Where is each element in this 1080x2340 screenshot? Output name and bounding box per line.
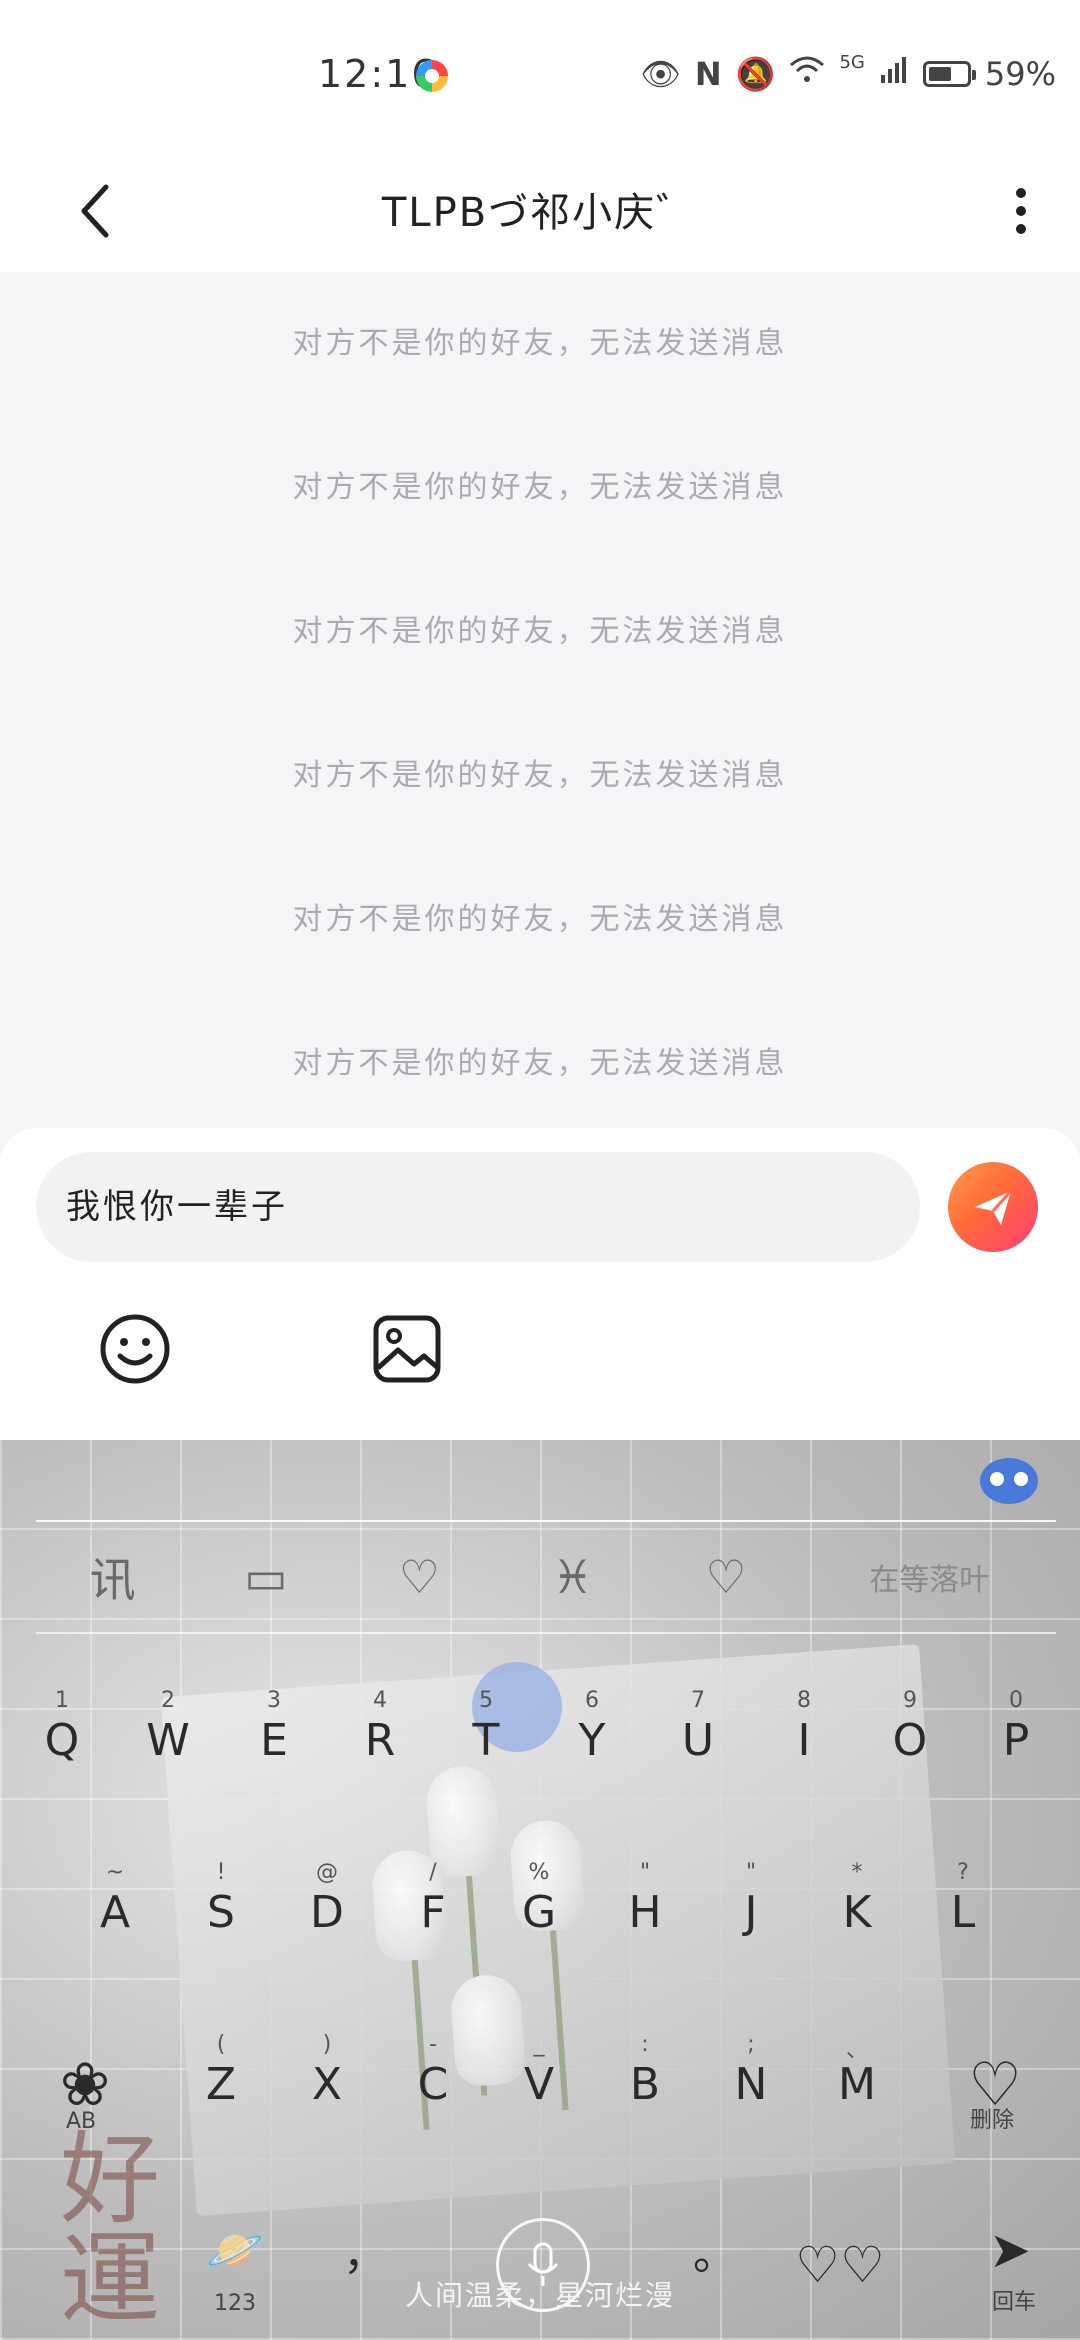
smiley-icon[interactable]: [98, 1312, 172, 1386]
key-t[interactable]: 5T: [438, 1686, 534, 1796]
key-n[interactable]: ; N: [703, 2030, 799, 2140]
delete-key[interactable]: ♡ 删除: [930, 2030, 1060, 2140]
key-s[interactable]: ! S: [173, 1858, 269, 1968]
key-g[interactable]: % G: [491, 1858, 587, 1968]
key-y[interactable]: 6Y: [544, 1686, 640, 1796]
system-message: 对方不是你的好友，无法发送消息: [292, 614, 788, 649]
key-k[interactable]: * K: [809, 1858, 905, 1968]
ime-keyboard: 讯 ▭ ♡ ♓ ♡ 在等落叶 1Q 2W 3E 4R 5T 6Y 7U 8I 9…: [0, 1440, 1080, 2340]
key-h[interactable]: " H: [597, 1858, 693, 1968]
key-j[interactable]: " J: [703, 1858, 799, 1968]
message-list: 对方不是你的好友，无法发送消息 对方不是你的好友，无法发送消息 对方不是你的好友…: [0, 272, 1080, 1130]
message-input[interactable]: 我恨你一辈子: [36, 1152, 920, 1262]
chat-header: TLPBづ祁小庆゛: [0, 150, 1080, 272]
key-a[interactable]: ~ A: [67, 1858, 163, 1968]
key-m[interactable]: 、 M: [809, 2030, 905, 2140]
key-z[interactable]: (Z: [173, 2030, 269, 2140]
key-p[interactable]: 0P: [968, 1686, 1064, 1796]
composer-panel: 我恨你一辈子: [0, 1128, 1080, 1440]
key-b[interactable]: :B: [597, 2030, 693, 2140]
paper-plane-icon: [975, 1189, 1013, 1225]
eye-icon: 👁: [640, 55, 681, 93]
toolbar-theme-text[interactable]: 在等落叶: [834, 1555, 1024, 1599]
toolbar-heart-button[interactable]: ♡: [681, 1550, 771, 1604]
toolbar-skin-button[interactable]: ♡: [374, 1550, 464, 1604]
key-v[interactable]: _ V: [491, 2030, 587, 2140]
battery-percent: 59%: [984, 55, 1056, 93]
space-bar-label[interactable]: 人间温柔，星河烂漫: [0, 2274, 1080, 2314]
keyboard-toolbar: 讯 ▭ ♡ ♓ ♡ 在等落叶: [36, 1520, 1056, 1634]
toolbar-clipboard-button[interactable]: ▭: [221, 1550, 311, 1604]
system-message: 对方不是你的好友，无法发送消息: [292, 1046, 788, 1081]
nfc-icon: N: [694, 55, 722, 93]
battery-icon: [922, 61, 976, 87]
status-bar: 12:16 👁 N 🔕 5G 59%: [0, 0, 1080, 150]
key-q[interactable]: 1Q: [14, 1686, 110, 1796]
key-c[interactable]: -C: [385, 2030, 481, 2140]
send-button[interactable]: [948, 1162, 1038, 1252]
key-l[interactable]: ? L: [915, 1858, 1011, 1968]
more-options-button[interactable]: [986, 172, 1056, 250]
key-o[interactable]: 9O: [862, 1686, 958, 1796]
status-indicators: 👁 N 🔕 5G 59%: [640, 51, 1056, 94]
system-message: 对方不是你的好友，无法发送消息: [292, 470, 788, 505]
key-d[interactable]: @ D: [279, 1858, 375, 1968]
keyboard-mascot-icon[interactable]: [980, 1458, 1038, 1504]
system-message: 对方不是你的好友，无法发送消息: [292, 758, 788, 793]
bell-muted-icon: 🔕: [735, 55, 776, 93]
page-title: TLPBづ祁小庆゛: [381, 190, 699, 236]
system-message: 对方不是你的好友，无法发送消息: [292, 326, 788, 361]
key-f[interactable]: / F: [385, 1858, 481, 1968]
key-u[interactable]: 7U: [650, 1686, 746, 1796]
toolbar-logo-button[interactable]: 讯: [68, 1544, 158, 1610]
app-notification-icon: [416, 60, 448, 92]
key-e[interactable]: 3E: [226, 1686, 322, 1796]
key-r[interactable]: 4R: [332, 1686, 428, 1796]
key-x[interactable]: ) X: [279, 2030, 375, 2140]
key-i[interactable]: 8I: [756, 1686, 852, 1796]
key-w[interactable]: 2W: [120, 1686, 216, 1796]
image-icon[interactable]: [370, 1312, 444, 1386]
toolbar-symbol-button[interactable]: ♓: [528, 1550, 618, 1604]
signal-icon: [879, 54, 909, 94]
network-type: 5G: [839, 51, 865, 73]
wifi-icon: [789, 54, 825, 94]
more-dots-icon: [1016, 188, 1026, 198]
system-message: 对方不是你的好友，无法发送消息: [292, 902, 788, 937]
